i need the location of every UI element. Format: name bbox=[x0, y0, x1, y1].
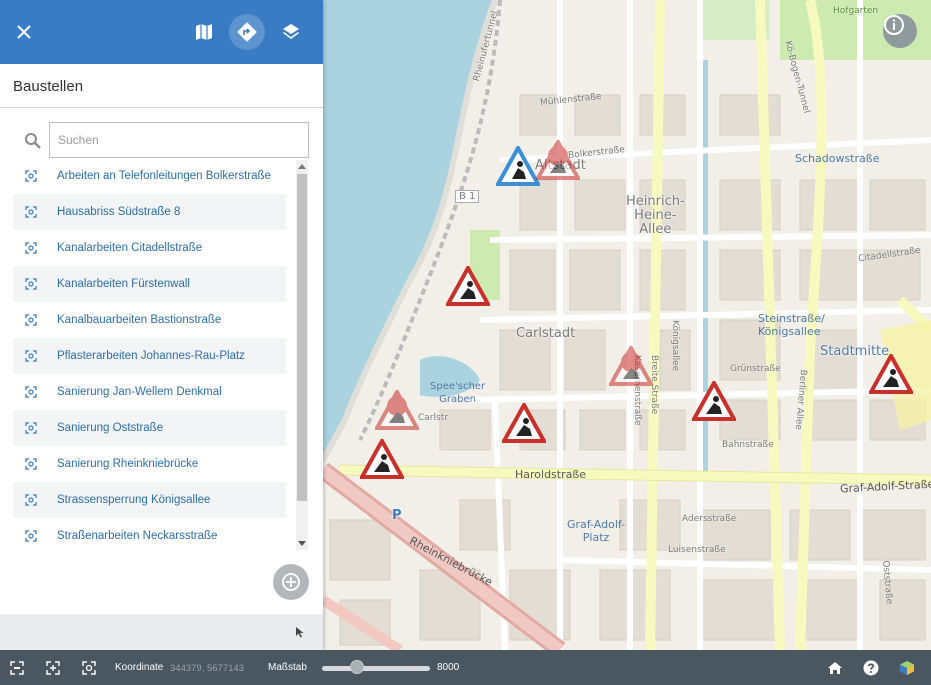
search-icon bbox=[25, 133, 41, 149]
list-item-label: Sanierung Oststraße bbox=[57, 422, 164, 434]
list-scrollbar[interactable] bbox=[296, 160, 308, 550]
layers-button[interactable] bbox=[273, 14, 309, 50]
sidebar: Baustellen Arbeiten an Telefonleitungen … bbox=[0, 0, 323, 650]
list-item-label: Strassensperrung Königsallee bbox=[57, 494, 211, 506]
list-item-label: Pflasterarbeiten Johannes-Rau-Platz bbox=[57, 350, 245, 362]
info-button[interactable] bbox=[883, 14, 917, 48]
help-button[interactable] bbox=[861, 658, 881, 678]
scale-slider-thumb[interactable] bbox=[349, 660, 364, 674]
help-icon bbox=[863, 660, 879, 676]
home-icon bbox=[828, 662, 842, 674]
construction-marker[interactable] bbox=[502, 403, 546, 443]
list-item-label: Sanierung Jan-Wellem Denkmal bbox=[57, 386, 222, 398]
construction-marker[interactable] bbox=[609, 346, 653, 386]
scale-label: Maßstab bbox=[268, 662, 307, 673]
zoom-to-icon[interactable] bbox=[13, 278, 49, 290]
zoom-extent-button[interactable] bbox=[7, 658, 27, 678]
map-icon bbox=[196, 24, 212, 40]
fit-extent-icon bbox=[10, 661, 24, 675]
construction-marker[interactable] bbox=[869, 354, 913, 394]
zoom-in-extent-button[interactable] bbox=[43, 658, 63, 678]
list-item-label: Hausabriss Südstraße 8 bbox=[57, 206, 181, 218]
list-item-label: Kanalarbeiten Fürstenwall bbox=[57, 278, 190, 290]
list-item[interactable]: Hausabriss Südstraße 8 bbox=[13, 194, 286, 230]
zoom-to-icon[interactable] bbox=[13, 170, 49, 182]
construction-marker[interactable] bbox=[375, 390, 419, 430]
zoom-to-icon[interactable] bbox=[13, 494, 49, 506]
scroll-down-arrow-icon[interactable] bbox=[296, 538, 308, 550]
zoom-to-icon[interactable] bbox=[13, 530, 49, 542]
zoom-in-frame-icon bbox=[46, 661, 60, 675]
list-item[interactable]: Kanalarbeiten Fürstenwall bbox=[13, 266, 286, 302]
home-button[interactable] bbox=[825, 658, 845, 678]
add-button[interactable] bbox=[273, 564, 309, 600]
zoom-to-icon[interactable] bbox=[13, 350, 49, 362]
app-logo[interactable] bbox=[897, 658, 917, 678]
list-item[interactable]: Kanalarbeiten Citadellstraße bbox=[13, 230, 286, 266]
scroll-up-arrow-icon[interactable] bbox=[296, 160, 308, 172]
list-item[interactable]: Pflasterarbeiten Johannes-Rau-Platz bbox=[13, 338, 286, 374]
construction-site-list: Arbeiten an Telefonleitungen Bolkerstraß… bbox=[13, 158, 286, 550]
construction-marker[interactable] bbox=[446, 266, 490, 306]
list-item[interactable]: Arbeiten an Telefonleitungen Bolkerstraß… bbox=[13, 158, 286, 194]
layers-icon bbox=[283, 24, 299, 39]
coordinate-value: 344379, 5677143 bbox=[170, 663, 244, 674]
info-icon bbox=[884, 15, 904, 35]
list-item[interactable]: Sanierung Oststraße bbox=[13, 410, 286, 446]
locate-button[interactable] bbox=[79, 658, 99, 678]
panel-title: Baustellen bbox=[0, 64, 323, 108]
list-item-label: Arbeiten an Telefonleitungen Bolkerstraß… bbox=[57, 170, 271, 182]
list-item[interactable]: Kanalbauarbeiten Bastionstraße bbox=[13, 302, 286, 338]
zoom-to-icon[interactable] bbox=[13, 206, 49, 218]
construction-marker[interactable] bbox=[692, 381, 736, 421]
construction-marker-selected[interactable] bbox=[496, 146, 540, 186]
directions-button[interactable] bbox=[229, 14, 265, 50]
close-icon bbox=[17, 25, 31, 39]
coordinate-label: Koordinate bbox=[115, 662, 164, 673]
list-item-label: Sanierung Rheinkniebrücke bbox=[57, 458, 199, 470]
list-item[interactable]: Strassensperrung Königsallee bbox=[13, 482, 286, 518]
construction-marker[interactable] bbox=[360, 439, 404, 479]
sidebar-header bbox=[0, 0, 323, 64]
zoom-to-icon[interactable] bbox=[13, 458, 49, 470]
pointer-cursor-icon[interactable] bbox=[295, 625, 305, 643]
construction-marker[interactable] bbox=[536, 140, 580, 180]
scale-value: 8000 bbox=[437, 662, 460, 673]
add-circle-icon bbox=[282, 573, 300, 591]
list-item[interactable]: Straßenarbeiten Neckarsstraße bbox=[13, 518, 286, 550]
app-cube-icon bbox=[900, 661, 914, 675]
locate-frame-icon bbox=[82, 661, 96, 675]
zoom-to-icon[interactable] bbox=[13, 314, 49, 326]
sidebar-footer bbox=[0, 614, 323, 650]
map-view-button[interactable] bbox=[186, 14, 222, 50]
list-item-label: Straßenarbeiten Neckarsstraße bbox=[57, 530, 218, 542]
directions-icon bbox=[237, 22, 257, 42]
search-bar bbox=[20, 122, 310, 158]
search-input[interactable] bbox=[49, 122, 309, 158]
scrollbar-thumb[interactable] bbox=[297, 174, 307, 501]
zoom-to-icon[interactable] bbox=[13, 386, 49, 398]
close-button[interactable] bbox=[6, 14, 42, 50]
list-item[interactable]: Sanierung Jan-Wellem Denkmal bbox=[13, 374, 286, 410]
scale-slider[interactable] bbox=[322, 666, 430, 671]
list-item-label: Kanalarbeiten Citadellstraße bbox=[57, 242, 203, 254]
list-item-label: Kanalbauarbeiten Bastionstraße bbox=[57, 314, 222, 326]
zoom-to-icon[interactable] bbox=[13, 242, 49, 254]
zoom-to-icon[interactable] bbox=[13, 422, 49, 434]
list-item[interactable]: Sanierung Rheinkniebrücke bbox=[13, 446, 286, 482]
status-bar: Koordinate 344379, 5677143 Maßstab 8000 bbox=[0, 650, 931, 685]
